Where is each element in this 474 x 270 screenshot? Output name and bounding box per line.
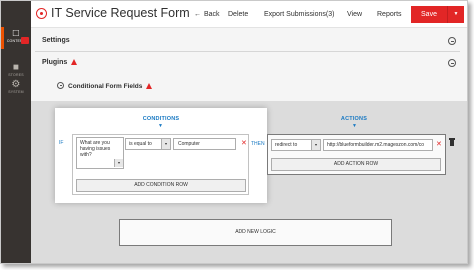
settings-section[interactable]: Settings: [35, 32, 460, 52]
menu-item-label: STORES: [8, 73, 24, 77]
view-button[interactable]: View: [347, 10, 362, 19]
operator-value: is equal to: [129, 141, 152, 147]
condition-value-input[interactable]: Computer: [173, 138, 236, 150]
add-new-logic-button[interactable]: ADD NEW LOGIC: [119, 219, 392, 246]
page-header: IT Service Request Form ← Back Delete Exp…: [31, 1, 467, 28]
collapse-icon[interactable]: [448, 37, 456, 45]
back-button[interactable]: ← Back: [194, 10, 220, 19]
back-arrow-icon: ←: [194, 11, 201, 18]
conditions-heading: CONDITIONS: [142, 116, 180, 122]
warning-icon: [146, 83, 153, 89]
conditional-form-fields-toggle[interactable]: Conditional Form Fields: [57, 82, 153, 92]
back-label: Back: [204, 11, 220, 18]
trash-icon[interactable]: [449, 138, 455, 146]
section-title: Settings: [42, 37, 70, 44]
page-title: IT Service Request Form: [51, 6, 190, 20]
window-frame: □ CONTENT ■ STORES ⚙ SYSTEM IT Service R…: [0, 0, 468, 264]
then-label: THEN: [251, 141, 265, 147]
down-arrow-icon: ▼: [352, 123, 357, 129]
notification-badge: [21, 37, 29, 44]
conditions-panel: CONDITIONS ▼ IF What are you having issu…: [55, 108, 267, 203]
if-label: IF: [59, 140, 64, 146]
admin-menu: □ CONTENT ■ STORES ⚙ SYSTEM: [1, 1, 31, 263]
export-submissions-button[interactable]: Export Submissions(3): [264, 10, 334, 19]
add-condition-row-button[interactable]: ADD CONDITION ROW: [76, 179, 246, 192]
condition-operator-select[interactable]: is equal to ▾: [125, 138, 171, 150]
chevron-down-icon: ▾: [311, 140, 320, 150]
remove-action-icon[interactable]: ✕: [436, 141, 442, 149]
chevron-down-icon: ▾: [114, 159, 123, 167]
actions-heading: ACTIONS: [340, 116, 368, 122]
collapse-icon: [57, 82, 64, 89]
form-logo-icon: [36, 8, 47, 19]
gear-icon: ⚙: [11, 79, 21, 90]
plugins-section[interactable]: Plugins: [35, 54, 460, 74]
down-arrow-icon: ▼: [158, 123, 163, 129]
redirect-url-input[interactable]: http://blueformbuilder.m2.mageszon.com/c…: [323, 139, 433, 151]
menu-item-system[interactable]: ⚙ SYSTEM: [1, 79, 31, 95]
menu-item-label: SYSTEM: [8, 90, 24, 94]
plugin-label: Conditional Form Fields: [68, 83, 143, 90]
add-action-row-button[interactable]: ADD ACTION ROW: [271, 158, 441, 171]
action-value: redirect to: [275, 142, 298, 148]
action-type-select[interactable]: redirect to ▾: [271, 139, 321, 151]
reports-button[interactable]: Reports: [377, 10, 402, 19]
section-title: Plugins: [42, 59, 78, 66]
chevron-down-icon: ▾: [161, 139, 170, 149]
store-icon: ■: [12, 62, 20, 73]
field-value: What are you having issues with?: [80, 140, 111, 158]
save-options-dropdown[interactable]: ▼: [447, 6, 464, 23]
warning-icon: [71, 59, 78, 65]
remove-condition-icon[interactable]: ✕: [241, 140, 247, 148]
collapse-icon[interactable]: [448, 59, 456, 67]
save-button[interactable]: Save: [411, 6, 447, 23]
condition-field-select[interactable]: What are you having issues with? ▾: [76, 137, 124, 169]
menu-item-stores[interactable]: ■ STORES: [1, 62, 31, 78]
delete-button[interactable]: Delete: [228, 10, 248, 19]
